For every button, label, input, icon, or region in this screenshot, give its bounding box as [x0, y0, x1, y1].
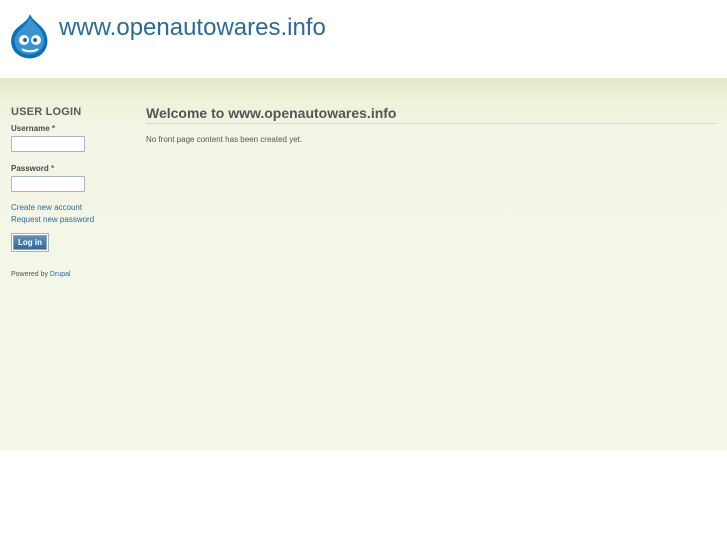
username-input[interactable]: [11, 136, 85, 152]
password-label-text: Password: [11, 164, 49, 173]
required-marker: *: [51, 124, 56, 133]
password-input[interactable]: [11, 176, 85, 192]
username-label: Username *: [11, 124, 131, 133]
username-label-text: Username: [11, 124, 50, 133]
site-name-link[interactable]: www.openautowares.info: [59, 14, 326, 42]
request-password-link[interactable]: Request new password: [11, 214, 131, 226]
powered-by: Powered by Drupal: [11, 271, 131, 278]
page: www.openautowares.info USER LOGIN Userna…: [0, 0, 727, 545]
required-marker: *: [51, 164, 55, 173]
password-label: Password *: [11, 164, 131, 173]
front-page-message: No front page content has been created y…: [146, 135, 303, 144]
powered-by-text: Powered by: [11, 271, 48, 278]
header: www.openautowares.info: [0, 0, 727, 78]
login-links: Create new account Request new password: [11, 202, 131, 226]
create-account-link[interactable]: Create new account: [11, 202, 131, 214]
block-title: USER LOGIN: [11, 106, 82, 118]
drupal-link[interactable]: Drupal: [50, 271, 71, 278]
main-content: Welcome to www.openautowares.info No fro…: [146, 105, 716, 144]
login-button[interactable]: Log in: [12, 234, 48, 251]
content-area: USER LOGIN Username * Password * Create …: [0, 78, 727, 450]
sidebar-user-login: USER LOGIN Username * Password * Create …: [11, 106, 131, 278]
page-title: Welcome to www.openautowares.info: [146, 105, 716, 124]
drupal-drop-icon[interactable]: [10, 13, 50, 59]
